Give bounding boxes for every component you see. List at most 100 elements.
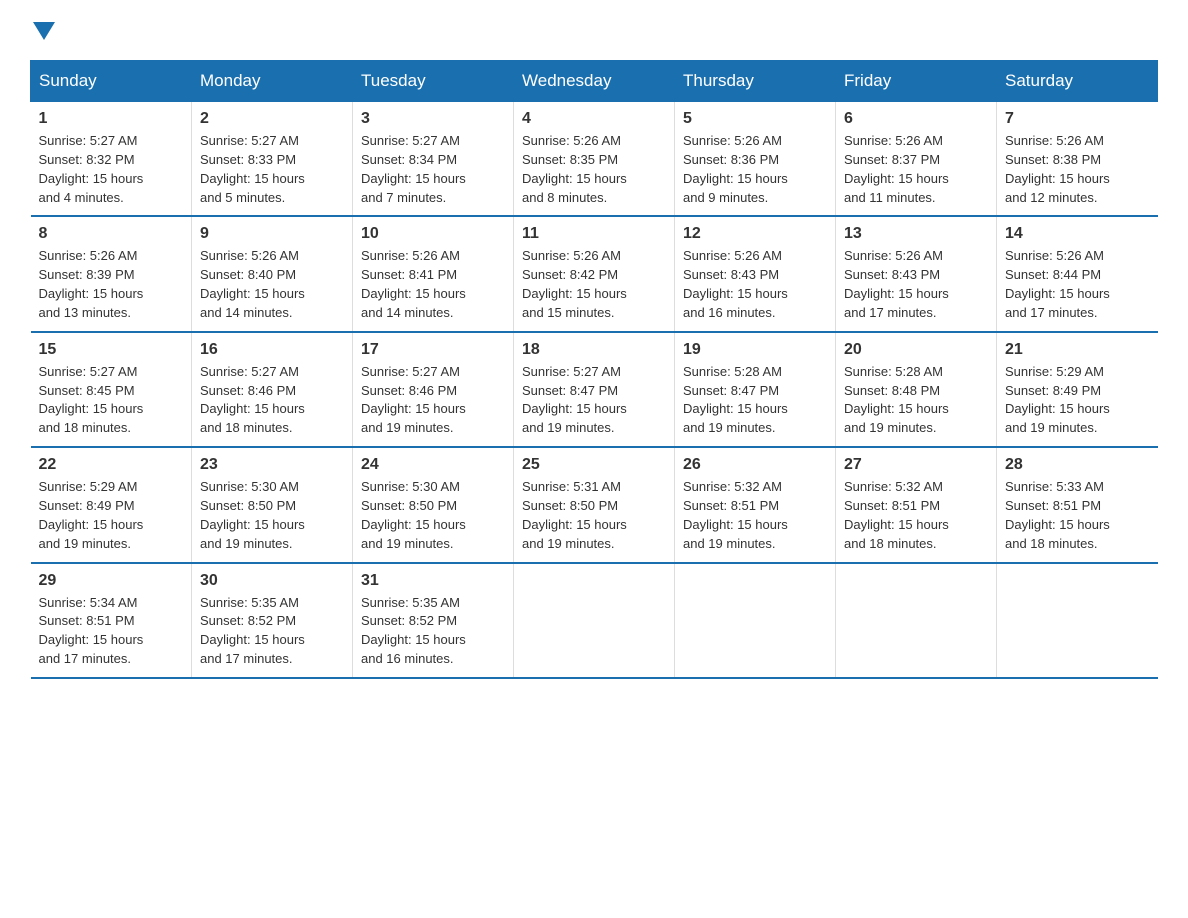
day-info: Sunrise: 5:26 AMSunset: 8:38 PMDaylight:… <box>1005 132 1150 207</box>
day-number: 15 <box>39 341 184 359</box>
day-number: 29 <box>39 572 184 590</box>
calendar-cell: 16 Sunrise: 5:27 AMSunset: 8:46 PMDaylig… <box>192 332 353 447</box>
day-info: Sunrise: 5:26 AMSunset: 8:40 PMDaylight:… <box>200 247 344 322</box>
day-info: Sunrise: 5:35 AMSunset: 8:52 PMDaylight:… <box>361 594 505 669</box>
calendar-cell: 7 Sunrise: 5:26 AMSunset: 8:38 PMDayligh… <box>997 102 1158 217</box>
calendar-cell: 24 Sunrise: 5:30 AMSunset: 8:50 PMDaylig… <box>353 447 514 562</box>
calendar-cell: 19 Sunrise: 5:28 AMSunset: 8:47 PMDaylig… <box>675 332 836 447</box>
calendar-cell: 13 Sunrise: 5:26 AMSunset: 8:43 PMDaylig… <box>836 216 997 331</box>
calendar-cell: 26 Sunrise: 5:32 AMSunset: 8:51 PMDaylig… <box>675 447 836 562</box>
day-info: Sunrise: 5:32 AMSunset: 8:51 PMDaylight:… <box>844 478 988 553</box>
calendar-cell: 23 Sunrise: 5:30 AMSunset: 8:50 PMDaylig… <box>192 447 353 562</box>
day-number: 8 <box>39 225 184 243</box>
day-info: Sunrise: 5:30 AMSunset: 8:50 PMDaylight:… <box>361 478 505 553</box>
calendar-cell: 28 Sunrise: 5:33 AMSunset: 8:51 PMDaylig… <box>997 447 1158 562</box>
day-info: Sunrise: 5:26 AMSunset: 8:35 PMDaylight:… <box>522 132 666 207</box>
day-info: Sunrise: 5:27 AMSunset: 8:33 PMDaylight:… <box>200 132 344 207</box>
day-info: Sunrise: 5:28 AMSunset: 8:48 PMDaylight:… <box>844 363 988 438</box>
calendar-cell: 6 Sunrise: 5:26 AMSunset: 8:37 PMDayligh… <box>836 102 997 217</box>
day-number: 1 <box>39 110 184 128</box>
day-info: Sunrise: 5:27 AMSunset: 8:47 PMDaylight:… <box>522 363 666 438</box>
day-info: Sunrise: 5:27 AMSunset: 8:46 PMDaylight:… <box>361 363 505 438</box>
day-number: 4 <box>522 110 666 128</box>
day-number: 22 <box>39 456 184 474</box>
day-number: 12 <box>683 225 827 243</box>
day-number: 28 <box>1005 456 1150 474</box>
calendar-cell <box>514 563 675 678</box>
week-row-2: 8 Sunrise: 5:26 AMSunset: 8:39 PMDayligh… <box>31 216 1158 331</box>
calendar-cell: 5 Sunrise: 5:26 AMSunset: 8:36 PMDayligh… <box>675 102 836 217</box>
day-number: 10 <box>361 225 505 243</box>
calendar-cell: 25 Sunrise: 5:31 AMSunset: 8:50 PMDaylig… <box>514 447 675 562</box>
day-info: Sunrise: 5:26 AMSunset: 8:44 PMDaylight:… <box>1005 247 1150 322</box>
header-saturday: Saturday <box>997 61 1158 102</box>
day-info: Sunrise: 5:28 AMSunset: 8:47 PMDaylight:… <box>683 363 827 438</box>
calendar-cell <box>675 563 836 678</box>
logo <box>30 20 55 40</box>
day-info: Sunrise: 5:27 AMSunset: 8:34 PMDaylight:… <box>361 132 505 207</box>
header-tuesday: Tuesday <box>353 61 514 102</box>
calendar-header-row: SundayMondayTuesdayWednesdayThursdayFrid… <box>31 61 1158 102</box>
header-wednesday: Wednesday <box>514 61 675 102</box>
day-info: Sunrise: 5:27 AMSunset: 8:46 PMDaylight:… <box>200 363 344 438</box>
day-info: Sunrise: 5:32 AMSunset: 8:51 PMDaylight:… <box>683 478 827 553</box>
calendar-cell: 30 Sunrise: 5:35 AMSunset: 8:52 PMDaylig… <box>192 563 353 678</box>
day-number: 24 <box>361 456 505 474</box>
day-number: 17 <box>361 341 505 359</box>
day-number: 5 <box>683 110 827 128</box>
calendar-cell: 2 Sunrise: 5:27 AMSunset: 8:33 PMDayligh… <box>192 102 353 217</box>
day-info: Sunrise: 5:26 AMSunset: 8:37 PMDaylight:… <box>844 132 988 207</box>
week-row-1: 1 Sunrise: 5:27 AMSunset: 8:32 PMDayligh… <box>31 102 1158 217</box>
header-thursday: Thursday <box>675 61 836 102</box>
calendar-table: SundayMondayTuesdayWednesdayThursdayFrid… <box>30 60 1158 679</box>
day-number: 26 <box>683 456 827 474</box>
day-info: Sunrise: 5:33 AMSunset: 8:51 PMDaylight:… <box>1005 478 1150 553</box>
calendar-cell: 12 Sunrise: 5:26 AMSunset: 8:43 PMDaylig… <box>675 216 836 331</box>
day-info: Sunrise: 5:29 AMSunset: 8:49 PMDaylight:… <box>1005 363 1150 438</box>
day-number: 19 <box>683 341 827 359</box>
calendar-cell: 17 Sunrise: 5:27 AMSunset: 8:46 PMDaylig… <box>353 332 514 447</box>
day-number: 9 <box>200 225 344 243</box>
calendar-cell: 4 Sunrise: 5:26 AMSunset: 8:35 PMDayligh… <box>514 102 675 217</box>
day-info: Sunrise: 5:26 AMSunset: 8:42 PMDaylight:… <box>522 247 666 322</box>
calendar-cell: 3 Sunrise: 5:27 AMSunset: 8:34 PMDayligh… <box>353 102 514 217</box>
day-number: 14 <box>1005 225 1150 243</box>
calendar-cell: 14 Sunrise: 5:26 AMSunset: 8:44 PMDaylig… <box>997 216 1158 331</box>
calendar-cell: 10 Sunrise: 5:26 AMSunset: 8:41 PMDaylig… <box>353 216 514 331</box>
calendar-cell: 18 Sunrise: 5:27 AMSunset: 8:47 PMDaylig… <box>514 332 675 447</box>
day-info: Sunrise: 5:26 AMSunset: 8:41 PMDaylight:… <box>361 247 505 322</box>
day-number: 25 <box>522 456 666 474</box>
header-sunday: Sunday <box>31 61 192 102</box>
day-info: Sunrise: 5:29 AMSunset: 8:49 PMDaylight:… <box>39 478 184 553</box>
day-number: 11 <box>522 225 666 243</box>
day-info: Sunrise: 5:34 AMSunset: 8:51 PMDaylight:… <box>39 594 184 669</box>
calendar-cell: 29 Sunrise: 5:34 AMSunset: 8:51 PMDaylig… <box>31 563 192 678</box>
day-info: Sunrise: 5:26 AMSunset: 8:36 PMDaylight:… <box>683 132 827 207</box>
day-info: Sunrise: 5:31 AMSunset: 8:50 PMDaylight:… <box>522 478 666 553</box>
day-info: Sunrise: 5:30 AMSunset: 8:50 PMDaylight:… <box>200 478 344 553</box>
calendar-cell: 8 Sunrise: 5:26 AMSunset: 8:39 PMDayligh… <box>31 216 192 331</box>
week-row-5: 29 Sunrise: 5:34 AMSunset: 8:51 PMDaylig… <box>31 563 1158 678</box>
day-number: 23 <box>200 456 344 474</box>
logo-triangle-icon <box>33 22 55 44</box>
week-row-4: 22 Sunrise: 5:29 AMSunset: 8:49 PMDaylig… <box>31 447 1158 562</box>
calendar-cell: 22 Sunrise: 5:29 AMSunset: 8:49 PMDaylig… <box>31 447 192 562</box>
day-number: 21 <box>1005 341 1150 359</box>
week-row-3: 15 Sunrise: 5:27 AMSunset: 8:45 PMDaylig… <box>31 332 1158 447</box>
day-number: 18 <box>522 341 666 359</box>
calendar-cell: 27 Sunrise: 5:32 AMSunset: 8:51 PMDaylig… <box>836 447 997 562</box>
day-number: 31 <box>361 572 505 590</box>
day-info: Sunrise: 5:27 AMSunset: 8:45 PMDaylight:… <box>39 363 184 438</box>
day-number: 3 <box>361 110 505 128</box>
day-number: 30 <box>200 572 344 590</box>
day-number: 6 <box>844 110 988 128</box>
calendar-cell: 1 Sunrise: 5:27 AMSunset: 8:32 PMDayligh… <box>31 102 192 217</box>
day-info: Sunrise: 5:26 AMSunset: 8:43 PMDaylight:… <box>683 247 827 322</box>
header-friday: Friday <box>836 61 997 102</box>
day-info: Sunrise: 5:26 AMSunset: 8:43 PMDaylight:… <box>844 247 988 322</box>
day-number: 2 <box>200 110 344 128</box>
day-info: Sunrise: 5:27 AMSunset: 8:32 PMDaylight:… <box>39 132 184 207</box>
calendar-cell: 21 Sunrise: 5:29 AMSunset: 8:49 PMDaylig… <box>997 332 1158 447</box>
day-number: 13 <box>844 225 988 243</box>
header-monday: Monday <box>192 61 353 102</box>
